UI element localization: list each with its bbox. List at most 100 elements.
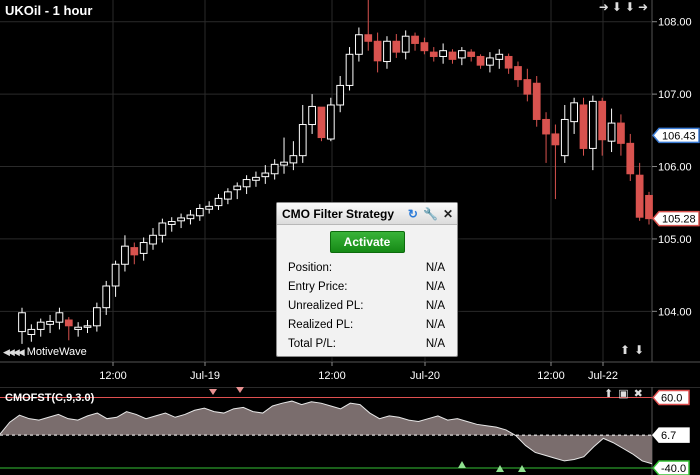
candle-body <box>579 104 588 149</box>
refresh-icon[interactable]: ↻ <box>408 207 418 221</box>
arrow-down-icon[interactable]: ⬇ <box>612 1 622 13</box>
candle-body <box>392 40 401 53</box>
oscillator-chart[interactable]: 60.0 6.7 -40.0 <box>0 387 700 475</box>
price-axis-label: 106.00 <box>658 162 692 174</box>
candle-body <box>224 191 232 200</box>
top-controls: ➜ ⬇ ⬇ ➜ <box>599 1 648 13</box>
time-axis-label: Jul-20 <box>410 370 440 382</box>
candle-body <box>139 242 148 254</box>
nav-controls: ⬆ ⬇ <box>620 344 644 356</box>
candle-body <box>46 320 54 325</box>
candle-body <box>289 155 298 164</box>
close-icon[interactable]: ✕ <box>443 207 453 221</box>
candle-body <box>504 55 513 69</box>
row-label: Total P/L: <box>288 338 336 350</box>
candle-body <box>55 312 64 323</box>
price-axis-label: 107.00 <box>658 89 692 101</box>
arrow-down-icon[interactable]: ⬇ <box>625 1 635 13</box>
arrow-up-icon[interactable]: ⬆ <box>620 344 630 356</box>
brand-label: MotiveWave <box>26 346 87 358</box>
close-icon[interactable]: ✖ <box>634 388 643 400</box>
price-axis-label: 108.00 <box>658 17 692 29</box>
unrealized-pl-row: Unrealized PL: N/A <box>277 297 457 316</box>
candle-body <box>448 51 457 60</box>
candle-body <box>195 208 204 217</box>
candle-body <box>401 35 410 53</box>
time-axis-label: Jul-19 <box>190 370 220 382</box>
candle-body <box>635 174 644 218</box>
oscillator-title: CMOFST(C,9,3.0) <box>5 392 95 404</box>
candle-body <box>457 50 466 59</box>
row-value: N/A <box>425 262 445 274</box>
candle-body <box>252 176 260 181</box>
total-pl-row: Total P/L: N/A <box>277 335 457 354</box>
arrow-right-icon[interactable]: ➜ <box>599 1 609 13</box>
osc-level-label: -40.0 <box>661 463 686 475</box>
osc-area <box>0 401 652 464</box>
candle-body <box>411 35 419 44</box>
osc-level-marker: 6.7 <box>652 427 690 443</box>
realized-pl-row: Realized PL: N/A <box>277 316 457 335</box>
candle-body <box>158 222 167 236</box>
candle-body <box>317 106 326 139</box>
buy-signal-marker <box>458 461 466 468</box>
candle-body <box>149 234 157 245</box>
candle-body <box>570 102 579 123</box>
panel-rows: Position: N/A Entry Price: N/A Unrealize… <box>277 259 457 354</box>
candle-body <box>121 245 129 265</box>
candle-body <box>27 328 36 335</box>
row-value: N/A <box>425 319 445 331</box>
candle-body <box>130 247 139 256</box>
price-axis-label: 104.00 <box>658 306 692 318</box>
osc-level-marker: -40.0 <box>652 460 690 475</box>
buy-signal-marker <box>496 465 504 472</box>
time-axis-label: 12:00 <box>318 370 346 382</box>
candle-body <box>36 321 45 330</box>
candle-body <box>373 40 382 62</box>
chart-title: UKOil - 1 hour <box>5 3 93 18</box>
time-axis-label: Jul-22 <box>588 370 618 382</box>
price-marker-label: 105.28 <box>662 214 696 226</box>
candle-body <box>626 142 635 175</box>
candle-body <box>261 172 270 178</box>
candle-body <box>83 325 92 328</box>
osc-level-label: 60.0 <box>661 393 682 405</box>
candle-body <box>167 221 176 225</box>
wrench-icon[interactable]: 🔧 <box>423 207 438 221</box>
sell-signal-marker <box>236 387 244 393</box>
candle-body <box>270 163 279 175</box>
candle-body <box>186 214 195 220</box>
activate-button[interactable]: Activate <box>329 231 405 253</box>
candle-body <box>205 205 214 210</box>
candle-body <box>111 263 120 287</box>
candle-body <box>495 53 504 60</box>
candle-body <box>429 51 438 57</box>
arrow-up-icon[interactable]: ⬆ <box>604 388 613 400</box>
candle-body <box>233 185 242 191</box>
candle-body <box>242 179 251 188</box>
osc-level-label: 6.7 <box>661 430 676 442</box>
osc-level-marker: 60.0 <box>652 389 690 406</box>
candle-body <box>336 84 345 106</box>
candle-body <box>542 118 550 135</box>
time-axis-label: 12:00 <box>537 370 565 382</box>
candle-body <box>102 285 111 309</box>
candle-body <box>514 66 522 81</box>
arrow-right-icon[interactable]: ➜ <box>638 1 648 13</box>
candle-body <box>532 82 541 120</box>
candle-body <box>383 40 391 63</box>
buy-signal-marker <box>518 465 526 472</box>
candle-body <box>486 57 494 66</box>
strategy-panel: CMO Filter Strategy ↻ 🔧 ✕ Activate Posit… <box>276 202 458 357</box>
candle-body <box>523 79 532 95</box>
candle-body <box>560 118 569 157</box>
candle-body <box>617 122 625 144</box>
candle-body <box>308 105 316 126</box>
candle-body <box>607 122 616 142</box>
entry-price-row: Entry Price: N/A <box>277 278 457 297</box>
window-icon[interactable]: ▣ <box>618 388 628 400</box>
candle-body <box>18 312 26 333</box>
candle-body <box>551 133 560 146</box>
arrow-down-icon[interactable]: ⬇ <box>634 344 644 356</box>
panel-header[interactable]: CMO Filter Strategy ↻ 🔧 ✕ <box>277 203 457 225</box>
